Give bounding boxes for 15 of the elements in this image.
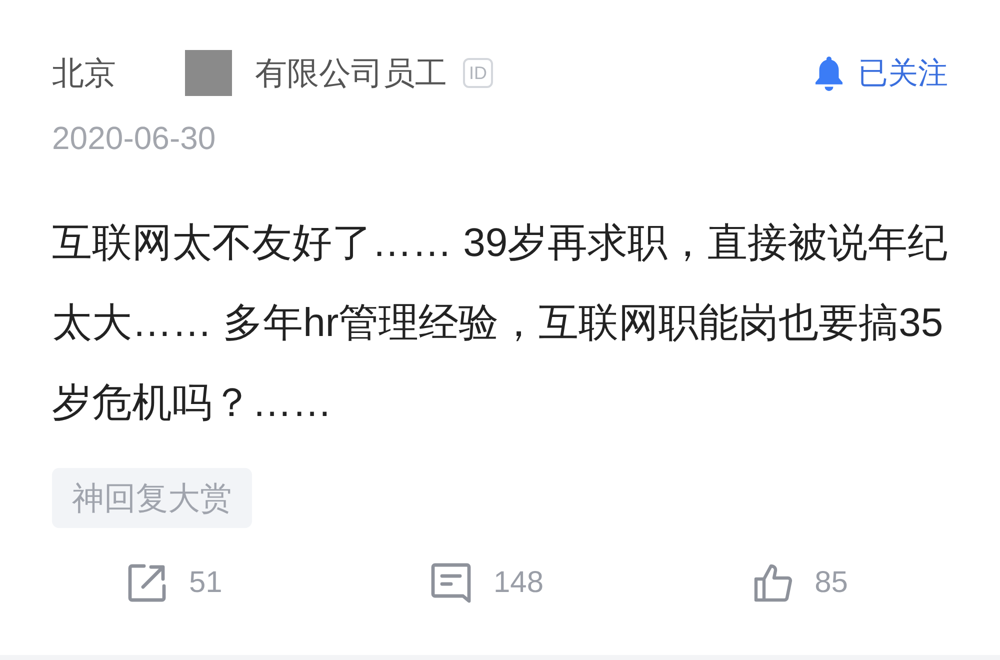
thumbs-up-icon: [752, 563, 793, 603]
post-text: 互联网太不友好了…… 39岁再求职，直接被说年纪太大…… 多年hr管理经验，互联网职能岗也要搞35岁危机吗？……: [52, 220, 949, 427]
tag-chip[interactable]: 神回复大赏: [52, 468, 252, 528]
author-name: 北京: [52, 54, 116, 93]
post-date: 2020-06-30: [52, 119, 216, 158]
share-button[interactable]: 51: [127, 563, 222, 603]
author-name: 有限公司员工: [255, 54, 447, 93]
bell-icon: [814, 56, 844, 90]
redaction-block: [185, 50, 232, 96]
id-badge: ID: [463, 58, 493, 88]
follow-button[interactable]: 已关注: [814, 52, 948, 94]
comment-button[interactable]: 148: [431, 563, 544, 603]
comment-icon: [431, 563, 472, 603]
like-button[interactable]: 85: [752, 563, 848, 603]
share-icon: [127, 563, 167, 603]
